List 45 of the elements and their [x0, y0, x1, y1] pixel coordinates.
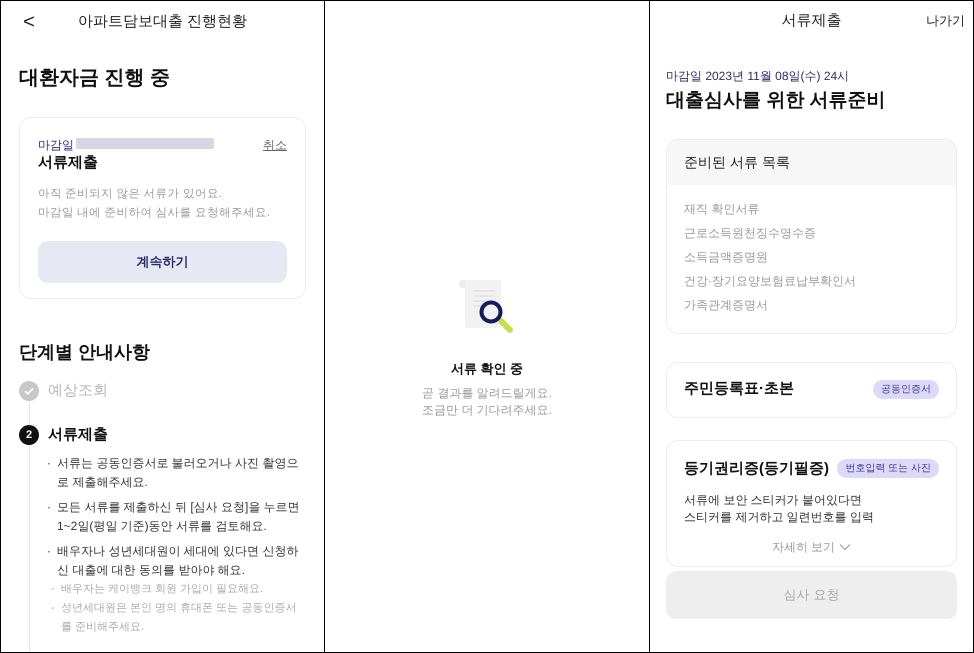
document-item: 소득금액증명원	[684, 248, 769, 266]
method-badge: 공동인증서	[873, 380, 939, 399]
card-description: 마감일 내에 준비하여 심사를 요청해주세요.	[38, 206, 271, 220]
document-item: 재직 확인서류	[684, 200, 760, 218]
status-message: 조금만 더 기다려주세요.	[422, 402, 552, 418]
step-label: 서류제출	[48, 424, 108, 445]
section-heading: 단계별 안내사항	[18, 341, 152, 364]
back-button[interactable]: <	[17, 12, 41, 32]
dash-mark: -	[51, 582, 56, 597]
document-note: 스티커를 제거하고 일련번호를 입력	[684, 509, 876, 526]
status-title: 서류 확인 중	[450, 360, 524, 378]
guide-subtext: 성년세대원은 본인 명의 휴대폰 또는 공동인증서를 준비해주세요.	[61, 601, 298, 635]
method-badge: 번호입력 또는 사진	[837, 459, 939, 478]
guide-subtext: 배우자는 케이뱅크 회원 가입이 필요해요.	[61, 582, 264, 597]
step-number: 2	[19, 425, 39, 445]
bullet-mark: ·	[47, 455, 52, 472]
continue-button[interactable]: 계속하기	[38, 240, 287, 282]
chevron-icon	[839, 543, 852, 551]
document-title: 등기권리증(등기필증)	[684, 458, 829, 478]
deadline-label: 마감일	[38, 137, 74, 154]
page-title: 서류제출	[782, 10, 842, 31]
bullet-mark: ·	[47, 543, 52, 560]
card-title: 준비된 서류 목록	[684, 152, 790, 172]
document-item: 건강·장기요양보험료납부확인서	[684, 272, 857, 290]
document-item: 가족관계증명서	[684, 296, 769, 314]
card-description: 아직 준비되지 않은 서류가 있어요.	[38, 186, 223, 202]
document-card[interactable]: 주민등록표·초본 공동인증서	[666, 362, 957, 418]
exit-button[interactable]: 나가기	[926, 11, 965, 31]
guide-text: 모든 서류를 제출하신 뒤 [심사 요청]을 누르면 1~2일(평일 기준)동안 서류를 검토해요.	[57, 499, 301, 535]
status-heading: 대환자금 진행 중	[18, 66, 172, 91]
cancel-link[interactable]: 취소	[263, 136, 287, 154]
guide-text: 배우자나 성년세대원이 세대에 있다면 신청하신 대출에 대한 동의를 받아야 해요.	[57, 543, 300, 579]
step-label: 예상조회	[48, 380, 108, 401]
deadline-text: 마감일 2023년 11월 08일(수) 24시	[666, 68, 850, 85]
document-note: 서류에 보안 스티커가 붙어있다면	[684, 492, 864, 509]
guide-text: 서류는 공동인증서로 불러오거나 사진 촬영으로 제출해주세요.	[57, 455, 300, 491]
status-message: 곧 결과를 알려드릴게요.	[422, 384, 552, 402]
document-card[interactable]: 등기권리증(등기필증) 번호입력 또는 사진 서류에 보안 스티커가 붙어있다면 스티커를 제거하고 일련번호를 입력 자세히 보기	[666, 440, 957, 567]
card-title: 서류제출	[38, 153, 99, 173]
bullet-mark: ·	[47, 499, 52, 516]
document-item: 근로소득원천징수영수증	[684, 224, 817, 242]
document-title: 주민등록표·초본	[684, 379, 794, 400]
dash-mark: -	[51, 601, 56, 616]
page-heading: 대출심사를 위한 서류준비	[666, 89, 887, 113]
page-title: 아파트담보대출 진행현황	[76, 12, 248, 32]
